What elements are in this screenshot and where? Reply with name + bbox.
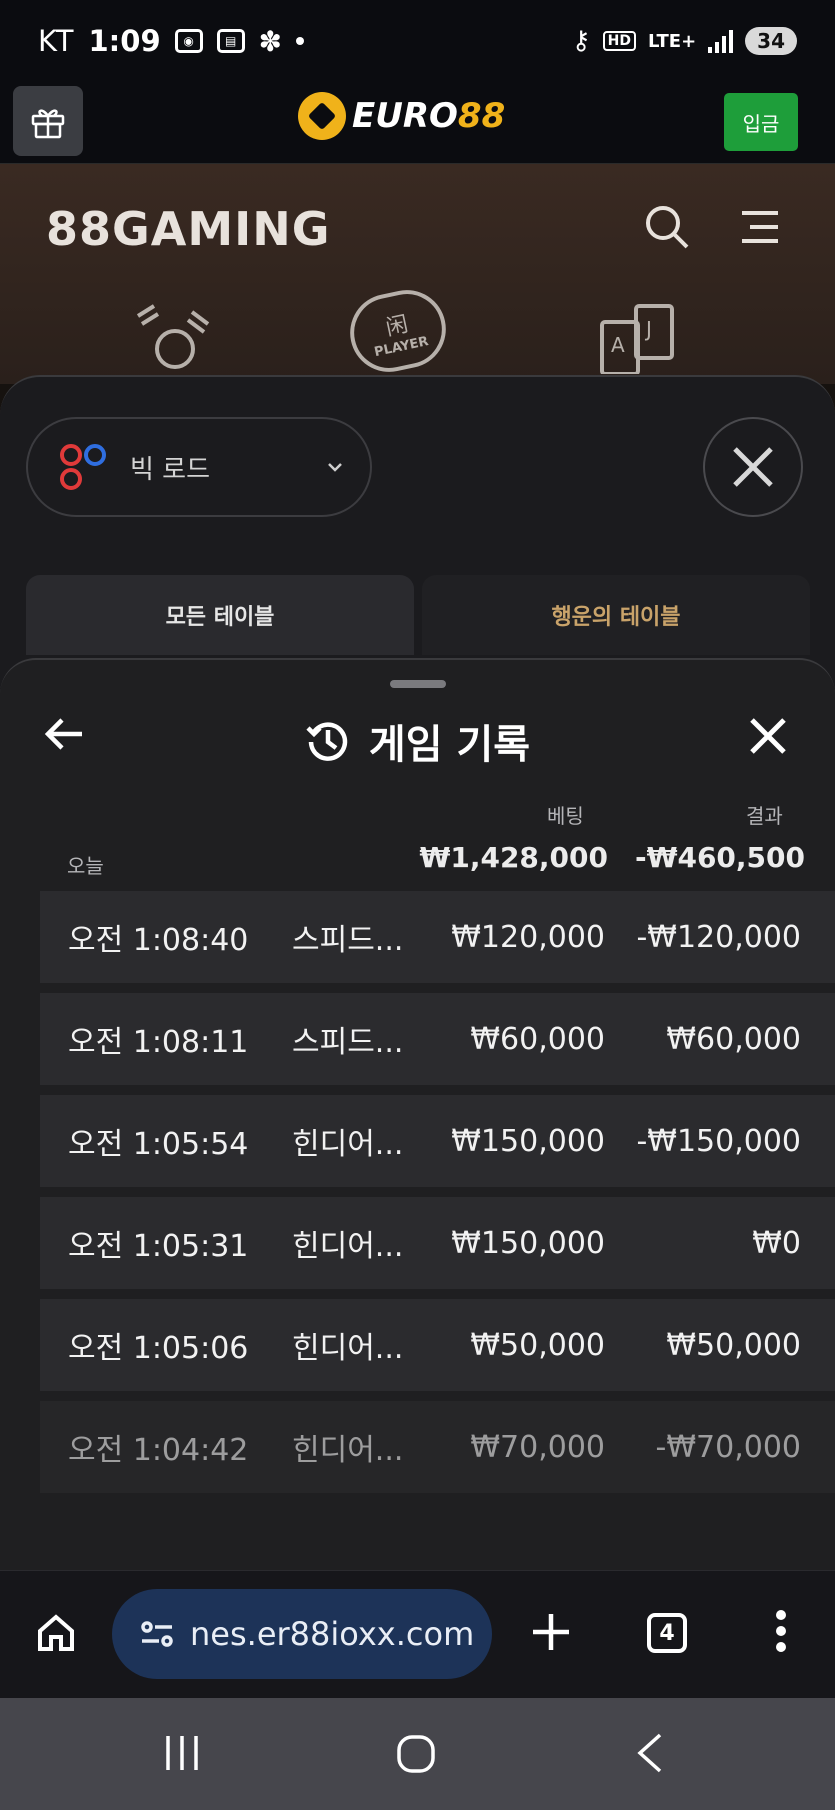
row-result: -₩70,000 (655, 1429, 801, 1465)
row-game: 스피드... (292, 923, 404, 958)
row-result: ₩60,000 (666, 1021, 801, 1057)
road-type-select[interactable]: 빅 로드 (26, 417, 372, 517)
row-time: 오전 1:05:31 (68, 1229, 249, 1264)
flower-icon: ✽ (258, 24, 283, 58)
signal-icon (708, 29, 734, 53)
euro88-logo[interactable]: EURO88 (298, 92, 505, 140)
site-settings-icon (141, 1621, 173, 1647)
row-bet: ₩60,000 (470, 1021, 605, 1057)
chevron-down-icon (328, 463, 342, 472)
close-icon[interactable] (748, 716, 788, 756)
row-bet: ₩120,000 (451, 919, 605, 955)
row-game: 힌디어... (292, 1331, 404, 1366)
close-icon (733, 447, 773, 487)
clock: 1:09 (88, 24, 161, 58)
result-column-header: 결과 (746, 804, 783, 828)
history-row[interactable]: 오전 1:05:06 힌디어... ₩50,000 ₩50,000 (40, 1299, 835, 1391)
row-time: 오전 1:08:11 (68, 1025, 249, 1060)
playing-cards-icon[interactable]: A J (598, 304, 688, 374)
history-row[interactable]: 오전 1:05:54 힌디어... ₩150,000 -₩150,000 (40, 1095, 835, 1187)
drag-handle[interactable] (390, 680, 446, 688)
history-row[interactable]: 오전 1:04:42 힌디어... ₩70,000 -₩70,000 (40, 1401, 835, 1493)
card-icon: ▤ (216, 29, 245, 53)
row-game: 스피드... (292, 1025, 404, 1060)
row-time: 오전 1:08:40 (68, 923, 249, 958)
gaming-header: 88GAMING 闲 PLAYER A J (0, 164, 835, 384)
hd-badge: HD (602, 31, 636, 51)
tab-all-tables[interactable]: 모든 테이블 (26, 575, 414, 655)
today-label: 오늘 (67, 854, 104, 878)
svg-text:J: J (644, 317, 652, 341)
row-time: 오전 1:05:06 (68, 1331, 249, 1366)
road-select-label: 빅 로드 (130, 454, 211, 485)
recent-apps-icon[interactable] (162, 1734, 202, 1772)
panel-close-button[interactable] (703, 417, 803, 517)
history-row[interactable]: 오전 1:05:31 힌디어... ₩150,000 ₩0 (40, 1197, 835, 1289)
row-game: 힌디어... (292, 1127, 404, 1162)
back-chevron-icon[interactable] (634, 1732, 664, 1774)
battery-badge: 34 (745, 27, 797, 55)
home-icon[interactable] (36, 1613, 76, 1653)
site-header: EURO88 입금 (0, 82, 835, 164)
network-label: LTE+ (648, 30, 697, 52)
search-icon[interactable] (644, 204, 690, 250)
row-result: -₩150,000 (636, 1123, 801, 1159)
table-tabs: 모든 테이블 행운의 테이블 (26, 575, 810, 655)
row-result: ₩0 (752, 1225, 801, 1261)
more-vertical-icon[interactable] (774, 1609, 788, 1653)
row-time: 오전 1:05:54 (68, 1127, 249, 1162)
home-circle-icon[interactable] (396, 1734, 436, 1774)
row-game: 힌디어... (292, 1229, 404, 1264)
soccer-ball-icon (298, 92, 346, 140)
deposit-button[interactable]: 입금 (724, 93, 798, 151)
browser-toolbar: nes.er88ioxx.com 4 (0, 1570, 835, 1698)
url-text: nes.er88ioxx.com (190, 1615, 475, 1653)
row-bet: ₩150,000 (451, 1123, 605, 1159)
bet-column-header: 베팅 (547, 804, 584, 828)
status-bar: KT 1:09 ◉ ▤ ✽ ⚷ HD LTE+ 34 (0, 0, 835, 82)
notification-dot-icon (296, 37, 305, 45)
history-row[interactable]: 오전 1:08:11 스피드... ₩60,000 ₩60,000 (40, 993, 835, 1085)
screenshot-icon: ◉ (174, 29, 203, 53)
url-bar[interactable]: nes.er88ioxx.com (112, 1589, 492, 1679)
korean-flag-icon[interactable] (130, 304, 220, 374)
88gaming-logo[interactable]: 88GAMING (46, 202, 331, 256)
system-nav-bar (0, 1698, 835, 1810)
game-history-sheet: 게임 기록 베팅 결과 오늘 ₩1,428,000 -₩460,500 오전 1… (0, 658, 835, 1570)
row-bet: ₩70,000 (470, 1429, 605, 1465)
carrier-label: KT (38, 24, 75, 58)
total-result: -₩460,500 (634, 841, 805, 874)
history-list: 오전 1:08:40 스피드... ₩120,000 -₩120,000 오전 … (40, 891, 835, 1503)
logo-text: EURO88 (352, 96, 506, 136)
row-bet: ₩150,000 (451, 1225, 605, 1261)
tab-switcher-button[interactable]: 4 (647, 1613, 687, 1653)
gift-icon (31, 109, 65, 139)
history-title: 게임 기록 (0, 712, 835, 770)
menu-icon[interactable] (740, 210, 780, 244)
player-char: 闲 (383, 311, 411, 341)
row-result: -₩120,000 (636, 919, 801, 955)
history-row[interactable]: 오전 1:08:40 스피드... ₩120,000 -₩120,000 (40, 891, 835, 983)
screen: KT 1:09 ◉ ▤ ✽ ⚷ HD LTE+ 34 EURO88 입금 88G… (0, 0, 835, 1810)
tab-lucky-tables[interactable]: 행운의 테이블 (422, 575, 810, 655)
row-game: 힌디어... (292, 1433, 404, 1468)
plus-icon[interactable] (530, 1611, 572, 1653)
key-icon: ⚷ (571, 26, 591, 56)
history-title-text: 게임 기록 (368, 722, 531, 768)
row-bet: ₩50,000 (470, 1327, 605, 1363)
history-icon (306, 722, 348, 761)
road-circles-icon (60, 442, 112, 492)
gift-button[interactable] (13, 86, 83, 156)
row-time: 오전 1:04:42 (68, 1433, 249, 1468)
player-badge-icon[interactable]: 闲 PLAYER (342, 282, 454, 380)
row-result: ₩50,000 (666, 1327, 801, 1363)
total-bet: ₩1,428,000 (419, 841, 608, 874)
svg-text:A: A (611, 333, 625, 357)
